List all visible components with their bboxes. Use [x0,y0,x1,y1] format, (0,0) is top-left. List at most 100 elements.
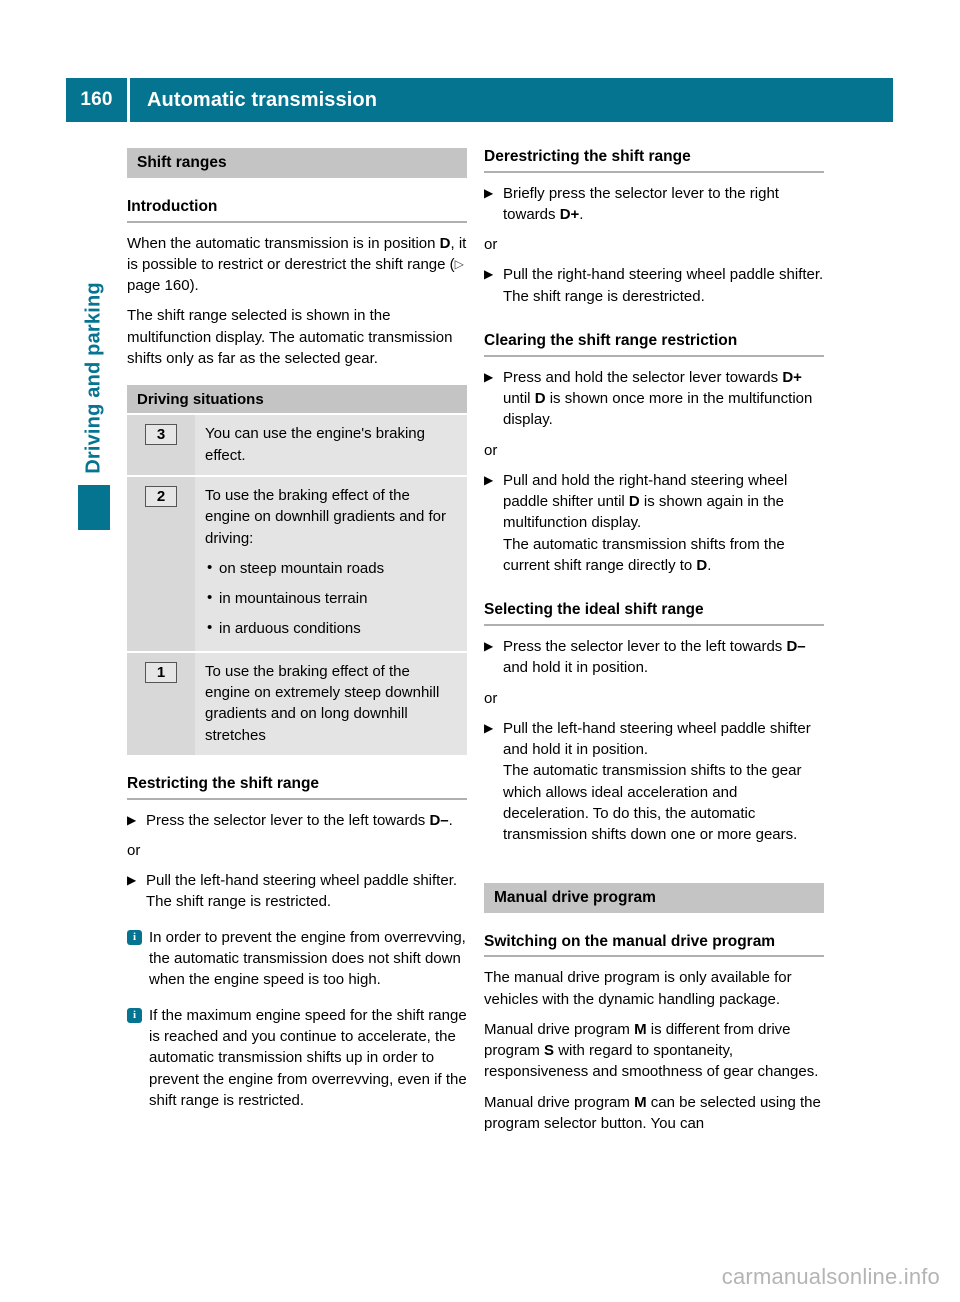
step-restrict-paddle-shifter: ▶ Pull the left-hand steering wheel paddl… [127,870,467,913]
table-row: 3 You can use the engine's braking effec… [127,413,467,475]
step-triangle-icon: ▶ [484,267,494,282]
step-text-a: Press and hold the selector lever toward… [503,368,783,386]
heading-clearing-shift-range-restriction: Clearing the shift range restriction [484,332,824,357]
intro-paragraph-1: When the automatic transmission is in po… [127,233,467,297]
step-text-gear-dplus: D+ [559,205,580,223]
chapter-side-tab: Driving and parking [78,258,110,498]
gear-indicator-1: 1 [145,661,177,683]
manual-paragraph-3: Manual drive program M can be selected u… [484,1092,824,1135]
manual-p3-program-m: M [634,1093,647,1111]
or-separator: or [484,441,498,459]
page-title: Automatic transmission [147,88,378,111]
bullet-dot-icon: • [207,558,213,576]
step-text-a: Press the selector lever to the left tow… [146,811,430,829]
list-item-label: in mountainous terrain [219,590,368,608]
manual-p2-program-m: M [634,1020,647,1038]
gear-indicator-2: 2 [145,485,177,507]
or-separator: or [484,236,498,254]
gear-cell: 3 [127,415,195,475]
info-note-overrevving: i In order to prevent the engine from ov… [127,927,467,991]
chapter-side-tab-label: Driving and parking [82,282,105,474]
step-text-a: Briefly press the selector lever to the … [503,184,779,223]
step-triangle-icon: ▶ [127,812,137,827]
gear-indicator-3: 3 [145,424,177,446]
step-select-paddle-shifter: ▶ Pull the left-hand steering wheel paddl… [484,718,824,846]
situation-text: To use the braking effect of the engine … [205,486,447,547]
list-item: • in mountainous terrain [205,588,457,609]
step-text-gear-dminus: D– [786,637,806,655]
gear-cell: 2 [127,476,195,651]
step-text-e: is shown once more in the multifunction … [503,389,813,429]
step-result-text: The shift range is restricted. [146,893,332,911]
intro-p1-gear-d: D [439,234,451,252]
heading-derestricting-shift-range: Derestricting the shift range [484,148,824,173]
page-reference-icon: ▷ [454,256,464,271]
step-text-c: . [579,205,584,223]
table-row: 1 To use the braking effect of the engin… [127,650,467,755]
step-triangle-icon: ▶ [484,185,494,200]
heading-selecting-ideal-shift-range: Selecting the ideal shift range [484,601,824,626]
step-triangle-icon: ▶ [484,720,494,735]
list-item: • on steep mountain roads [205,558,457,579]
heading-switching-on-manual-drive-program: Switching on the manual drive program [484,933,824,958]
section-title-shift-ranges: Shift ranges [127,148,467,178]
step-text-c: until [503,389,535,407]
step-triangle-icon: ▶ [484,638,494,653]
step-result-text: The automatic transmission shifts to the… [503,762,802,844]
intro-p1-part-a: When the automatic transmission is in po… [127,234,440,252]
step-text: Pull the left-hand steering wheel paddle… [503,719,811,759]
step-text-gear-dplus: D+ [782,368,802,386]
step-text-gear-d: D [628,493,640,511]
step-text-gear-dminus: D– [429,811,449,829]
situation-cell: To use the braking effect of the engine … [195,476,467,651]
info-icon: i [127,1007,142,1023]
manual-p2-program-s: S [544,1042,555,1060]
section-title-manual-drive-program: Manual drive program [484,882,824,913]
intro-p1-part-d: page 160). [127,277,199,295]
step-text-a: Press the selector lever to the left tow… [503,637,787,655]
list-item-label: in arduous conditions [219,620,361,638]
step-derestrict-paddle-shifter: ▶ Pull the right-hand steering wheel padd… [484,264,824,307]
situation-cell: To use the braking effect of the engine … [195,652,467,755]
page-number: 160 [80,89,113,110]
step-triangle-icon: ▶ [484,472,494,487]
site-watermark: carmanualsonline.info [721,1264,940,1289]
list-item-label: on steep mountain roads [219,559,385,577]
list-item: • in arduous conditions [205,618,457,639]
or-separator: or [484,689,498,707]
step-text-c: . [448,811,453,829]
manual-p2-a: Manual drive program [484,1020,635,1038]
driving-situations-table-header: Driving situations [127,385,467,414]
step-select-selector-lever: ▶ Press the selector lever to the left to… [484,636,824,679]
step-text: Pull the right-hand steering wheel paddl… [503,266,824,284]
step-result-text-a: The automatic transmission shifts from t… [503,535,785,575]
step-clear-selector-lever: ▶ Press and hold the selector lever towar… [484,367,824,431]
situation-text: You can use the engine's braking effect. [205,425,425,464]
gear-cell: 1 [127,652,195,755]
bullet-dot-icon: • [207,589,213,607]
step-text: Pull the left-hand steering wheel paddle… [146,872,458,890]
info-note-text: In order to prevent the engine from over… [149,928,466,989]
table-row: 2 To use the braking effect of the engin… [127,474,467,651]
manual-paragraph-1: The manual drive program is only availab… [484,969,792,1008]
step-triangle-icon: ▶ [127,873,137,888]
step-triangle-icon: ▶ [484,369,494,384]
situation-bullet-list: • on steep mountain roads • in mountainous… [205,558,457,640]
step-derestrict-selector-lever: ▶ Briefly press the selector lever to the… [484,183,824,226]
right-column: Derestricting the shift range ▶ Briefly p… [484,148,824,1134]
driving-situations-table: Driving situations 3 You can use the eng… [127,385,467,755]
info-note-max-engine-speed: i If the maximum engine speed for the sh… [127,1005,467,1111]
situation-text: To use the braking effect of the engine … [205,662,440,744]
bullet-dot-icon: • [207,619,213,637]
manual-p3-a: Manual drive program [484,1093,635,1111]
chapter-thumb-index-block [78,485,110,530]
manual-page: 160 Automatic transmission Driving and p… [0,0,960,1302]
info-note-text: If the maximum engine speed for the shif… [149,1006,467,1109]
situation-cell: You can use the engine's braking effect. [195,415,467,475]
step-result-gear-d: D [696,557,708,575]
manual-paragraph-2: Manual drive program M is different from… [484,1019,824,1083]
step-text-gear-d: D [534,389,546,407]
